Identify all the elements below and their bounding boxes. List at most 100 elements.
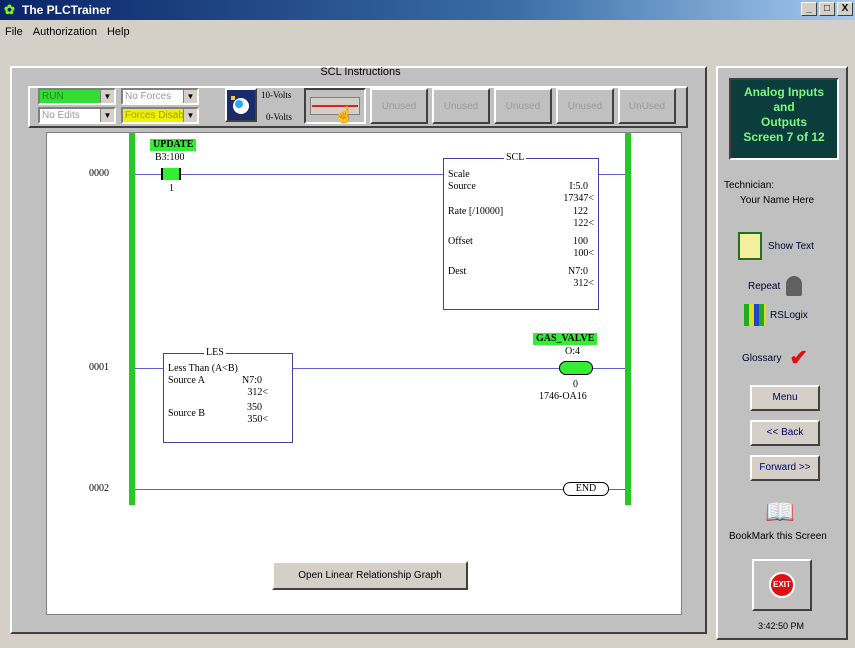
scl-row-value: I:5.0: [569, 181, 588, 192]
les-row-live: 312<: [247, 387, 268, 398]
end-label: END: [575, 483, 597, 494]
unused-button-3[interactable]: Unused: [494, 88, 552, 124]
les-row-value: 350: [247, 402, 262, 413]
end-instruction: END: [563, 482, 609, 496]
scl-row-label: Offset: [448, 236, 473, 247]
technician-label: Technician:: [724, 180, 775, 191]
exit-label: EXIT: [773, 580, 791, 589]
banner-line: Screen 7 of 12: [743, 130, 825, 144]
clipboard-icon: [738, 232, 762, 260]
back-button[interactable]: << Back: [750, 420, 820, 446]
ladder-diagram: 0000 UPDATE B3:100 1 SCL Scale Source I:…: [46, 132, 682, 615]
show-text-label: Show Text: [768, 240, 814, 252]
rslogix-link[interactable]: RSLogix: [744, 304, 808, 326]
mode-select-value: RUN: [42, 91, 64, 102]
main-panel-title: SCL Instructions: [320, 66, 401, 78]
window-title: The PLCTrainer: [22, 3, 111, 17]
exit-button[interactable]: EXIT: [752, 559, 812, 611]
coil-module: 1746-OA16: [539, 391, 587, 402]
coil-address: O:4: [565, 346, 580, 357]
chevron-down-icon: ▼: [183, 90, 197, 103]
les-row-value: N7:0: [242, 375, 262, 386]
rung-number: 0001: [89, 362, 109, 373]
les-row-live: 350<: [247, 414, 268, 425]
chevron-down-icon: ▼: [183, 109, 197, 122]
forces-select[interactable]: No Forces ▼: [121, 88, 199, 105]
forces-select-value: No Forces: [125, 91, 172, 102]
contact-bit: 1: [169, 183, 174, 194]
maximize-button[interactable]: □: [819, 2, 835, 16]
glossary-label: Glossary: [742, 352, 782, 364]
chevron-down-icon: ▼: [100, 109, 114, 122]
scl-title: Scale: [448, 169, 470, 180]
right-power-rail: [625, 133, 631, 505]
scl-row-live: 100<: [573, 248, 594, 259]
banner-line: Analog Inputs: [744, 85, 824, 99]
coil-bit: 0: [573, 379, 578, 390]
xic-contact[interactable]: [161, 168, 181, 180]
les-row-label: Source A: [168, 375, 205, 386]
forward-button[interactable]: Forward >>: [750, 455, 820, 481]
banner-line: Outputs: [761, 115, 807, 129]
banner-line: and: [773, 100, 795, 114]
scl-name: SCL: [504, 152, 527, 163]
menu-help[interactable]: Help: [102, 26, 135, 38]
analog-slider[interactable]: ☝: [304, 88, 366, 124]
menu-bar: File Authorization Help: [0, 22, 135, 42]
scl-instruction-box[interactable]: SCL Scale Source I:5.0 17347< Rate [/100…: [443, 152, 599, 310]
open-graph-button[interactable]: Open Linear Relationship Graph: [272, 561, 468, 590]
les-row-label: Source B: [168, 408, 205, 419]
unused-button-5[interactable]: UnUsed: [618, 88, 676, 124]
scl-row-value: 100: [573, 236, 588, 247]
scl-row-label: Rate [/10000]: [448, 206, 504, 217]
les-name: LES: [204, 347, 226, 358]
bookmark-link[interactable]: BookMark this Screen: [729, 531, 827, 542]
forces-disabled-select[interactable]: Forces Disabl ▼: [121, 107, 199, 124]
rung-number: 0002: [89, 483, 109, 494]
contact-tag: UPDATE: [150, 139, 197, 151]
microphone-icon: [786, 276, 803, 296]
checkmark-icon: ✔: [789, 345, 808, 370]
menu-button[interactable]: Menu: [750, 385, 820, 411]
open-book-icon: 📖: [765, 499, 795, 526]
window-controls: _ □ X: [801, 2, 853, 16]
forces-disabled-value: Forces Disabl: [125, 110, 187, 121]
les-title: Less Than (A<B): [168, 363, 238, 374]
title-bar: ✿ The PLCTrainer _ □ X: [0, 0, 855, 20]
scl-row-label: Source: [448, 181, 476, 192]
menu-authorization[interactable]: Authorization: [28, 26, 102, 38]
volts-bottom-label: 0-Volts: [266, 112, 292, 122]
mode-select[interactable]: RUN ▼: [38, 88, 116, 105]
scl-row-live: 17347<: [563, 193, 594, 204]
clock: 3:42:50 PM: [758, 621, 805, 631]
lesson-banner: Analog Inputs and Outputs Screen 7 of 12: [729, 78, 839, 160]
unused-button-2[interactable]: Unused: [432, 88, 490, 124]
unused-button-4[interactable]: Unused: [556, 88, 614, 124]
minimize-button[interactable]: _: [801, 2, 817, 16]
repeat-link[interactable]: Repeat: [748, 276, 803, 296]
edits-select[interactable]: No Edits ▼: [38, 107, 116, 124]
scl-row-live: 122<: [573, 218, 594, 229]
repeat-label: Repeat: [748, 280, 781, 292]
output-coil[interactable]: [559, 361, 593, 375]
scl-row-live: 312<: [573, 278, 594, 289]
close-button[interactable]: X: [837, 2, 853, 16]
les-instruction-box[interactable]: LES Less Than (A<B) Source A N7:0 312< S…: [163, 347, 293, 443]
hand-cursor-icon: ☝: [334, 107, 354, 124]
rslogix-label: RSLogix: [770, 309, 808, 321]
glossary-link[interactable]: Glossary ✔: [742, 345, 808, 370]
rslogix-icon: [744, 304, 766, 326]
rung-number: 0000: [89, 168, 109, 179]
processor-status-icon: [225, 88, 257, 122]
contact-address: B3:100: [155, 152, 185, 163]
show-text-link[interactable]: Show Text: [738, 232, 814, 260]
left-power-rail: [129, 133, 135, 505]
scl-row-label: Dest: [448, 266, 467, 277]
edits-select-value: No Edits: [42, 110, 80, 121]
unused-button-1[interactable]: Unused: [370, 88, 428, 124]
menu-file[interactable]: File: [0, 26, 28, 38]
coil-tag: GAS_VALVE: [533, 333, 598, 345]
scl-row-value: 122: [573, 206, 588, 217]
technician-name: Your Name Here: [740, 195, 815, 206]
chevron-down-icon: ▼: [100, 90, 114, 103]
